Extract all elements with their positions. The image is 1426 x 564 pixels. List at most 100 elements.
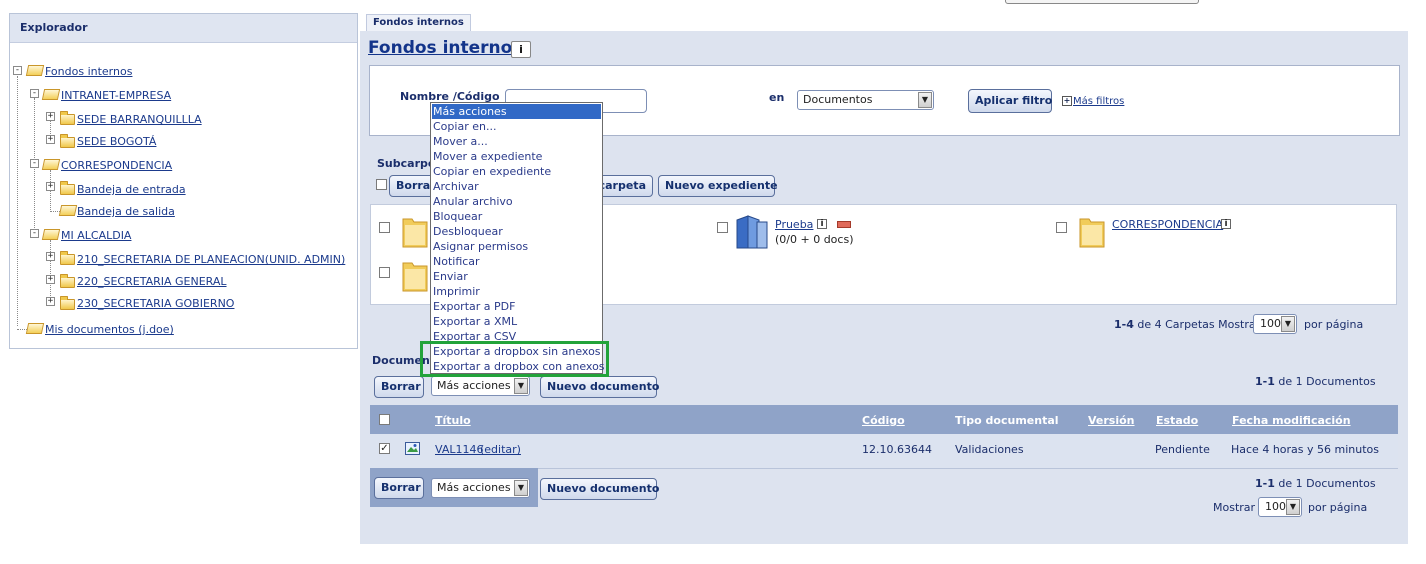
- tree-item-bandeja-entrada[interactable]: Bandeja de entrada: [77, 183, 186, 196]
- info-icon[interactable]: i: [511, 41, 531, 58]
- tree-item-correspondencia[interactable]: CORRESPONDENCIA: [61, 159, 172, 172]
- open-folder-icon: [25, 323, 45, 334]
- folder-icon: [60, 111, 75, 125]
- more-actions-select-top[interactable]: Más acciones ▼: [431, 376, 530, 396]
- documents-pagination-bottom: 1-1 de 1 Documentos: [1255, 477, 1376, 490]
- tree-expand-toggle[interactable]: +: [46, 275, 55, 284]
- docs-show-label: Mostrar: [1213, 501, 1256, 514]
- chevron-down-icon: ▼: [1286, 499, 1300, 515]
- open-folder-icon: [41, 159, 61, 170]
- menu-item-exportar-pdf[interactable]: Exportar a PDF: [432, 299, 601, 314]
- tree-item-230[interactable]: 230_SECRETARIA GOBIERNO: [77, 297, 234, 310]
- menu-item-bloquear[interactable]: Bloquear: [432, 209, 601, 224]
- doc-edit-link[interactable]: (editar): [480, 443, 521, 456]
- subfolders-label: Subcarpe: [377, 157, 436, 170]
- folder-icon: [1079, 218, 1105, 248]
- doc-modified: Hace 4 horas y 56 minutos: [1231, 443, 1380, 456]
- folder-checkbox[interactable]: [717, 222, 728, 233]
- menu-item-copiar-en-expediente[interactable]: Copiar en expediente: [432, 164, 601, 179]
- docs-per-page-label: por página: [1308, 501, 1368, 514]
- explorer-title: Explorador: [20, 21, 88, 34]
- info-icon[interactable]: i: [1221, 219, 1231, 229]
- column-code[interactable]: Código: [862, 414, 905, 427]
- tree-expand-toggle[interactable]: +: [46, 252, 55, 261]
- folders-per-page-select[interactable]: 100 ▼: [1253, 314, 1297, 334]
- menu-item-mover-a-expediente[interactable]: Mover a expediente: [432, 149, 601, 164]
- select-all-docs-checkbox[interactable]: [379, 414, 390, 425]
- tree-item-fondos-internos[interactable]: Fondos internos: [45, 65, 132, 78]
- tree-expand-toggle[interactable]: +: [46, 297, 55, 306]
- doc-title-link[interactable]: VAL1146: [435, 443, 483, 456]
- folder-icon: [60, 251, 75, 265]
- tree-collapse-toggle[interactable]: -: [30, 89, 39, 98]
- menu-item-enviar[interactable]: Enviar: [432, 269, 601, 284]
- open-folder-icon: [41, 89, 61, 100]
- column-version[interactable]: Versión: [1088, 414, 1135, 427]
- tree-item-sede-barranquilla[interactable]: SEDE BARRANQUILLLA: [77, 113, 202, 126]
- more-filters-link[interactable]: Más filtros: [1073, 96, 1124, 107]
- header-search-box[interactable]: [1005, 0, 1199, 4]
- doc-code: 12.10.63644: [862, 443, 932, 456]
- tree-expand-toggle[interactable]: +: [46, 182, 55, 191]
- folder-icon: [402, 262, 428, 292]
- dropbox-highlight-box: [420, 341, 609, 377]
- menu-item-mover-a[interactable]: Mover a...: [432, 134, 601, 149]
- chevron-down-icon: ▼: [514, 480, 528, 496]
- folders-pagination: 1-4 de 4 Carpetas Mostrar: [1114, 318, 1261, 331]
- menu-item-asignar-permisos[interactable]: Asignar permisos: [432, 239, 601, 254]
- expediente-folder-icon: [736, 215, 768, 249]
- tree-line: [17, 76, 18, 326]
- folder-icon: [60, 134, 75, 148]
- menu-item-mas-acciones[interactable]: Más acciones: [432, 104, 601, 119]
- folder-checkbox[interactable]: [1056, 222, 1067, 233]
- tree-item-sede-bogota[interactable]: SEDE BOGOTÁ: [77, 135, 156, 148]
- menu-item-anular-archivo[interactable]: Anular archivo: [432, 194, 601, 209]
- tree-collapse-toggle[interactable]: -: [13, 66, 22, 75]
- column-status[interactable]: Estado: [1156, 414, 1198, 427]
- docs-per-page-select[interactable]: 100 ▼: [1258, 497, 1302, 517]
- tab-fondos-internos[interactable]: Fondos internos: [366, 14, 471, 31]
- menu-item-notificar[interactable]: Notificar: [432, 254, 601, 269]
- select-all-folders-checkbox[interactable]: [376, 179, 387, 190]
- chevron-down-icon: ▼: [514, 378, 528, 394]
- tree-item-mi-alcaldia[interactable]: MI ALCALDIA: [61, 229, 131, 242]
- more-actions-select-bottom[interactable]: Más acciones ▼: [431, 478, 530, 498]
- folder-checkbox[interactable]: [379, 222, 390, 233]
- apply-filter-button[interactable]: Aplicar filtro: [968, 89, 1052, 113]
- menu-item-exportar-xml[interactable]: Exportar a XML: [432, 314, 601, 329]
- delete-docs-button-bottom[interactable]: Borrar: [374, 477, 424, 499]
- folder-icon: [402, 218, 428, 248]
- folder-checkbox[interactable]: [379, 267, 390, 278]
- tree-collapse-toggle[interactable]: -: [30, 229, 39, 238]
- menu-item-archivar[interactable]: Archivar: [432, 179, 601, 194]
- tree-expand-toggle[interactable]: +: [46, 135, 55, 144]
- plus-icon[interactable]: +: [1062, 96, 1072, 106]
- new-document-button-bottom[interactable]: Nuevo documento: [540, 478, 659, 500]
- tree-expand-toggle[interactable]: +: [46, 112, 55, 121]
- column-modified[interactable]: Fecha modificación: [1232, 414, 1351, 427]
- tree-item-intranet-empresa[interactable]: INTRANET-EMPRESA: [61, 89, 171, 102]
- chevron-down-icon: ▼: [918, 92, 932, 108]
- tree-item-210[interactable]: 210_SECRETARIA DE PLANEACION(UNID. ADMIN…: [77, 253, 345, 266]
- folder-prueba-link[interactable]: Prueba: [775, 218, 813, 231]
- minus-icon[interactable]: [837, 221, 851, 228]
- folders-per-page-label: por página: [1304, 318, 1364, 331]
- tree-item-bandeja-salida[interactable]: Bandeja de salida: [77, 205, 175, 218]
- tree-collapse-toggle[interactable]: -: [30, 159, 39, 168]
- new-document-button-top[interactable]: Nuevo documento: [540, 376, 659, 398]
- menu-item-copiar-en[interactable]: Copiar en...: [432, 119, 601, 134]
- column-title[interactable]: Título: [435, 414, 471, 427]
- tree-item-mis-documentos[interactable]: Mis documentos (j.doe): [45, 323, 174, 336]
- menu-item-imprimir[interactable]: Imprimir: [432, 284, 601, 299]
- en-select[interactable]: Documentos ▼: [797, 90, 934, 110]
- delete-folders-button[interactable]: Borrar: [389, 175, 436, 197]
- tree-item-220[interactable]: 220_SECRETARIA GENERAL: [77, 275, 227, 288]
- doc-type: Validaciones: [955, 443, 1024, 456]
- new-expediente-button[interactable]: Nuevo expediente: [658, 175, 778, 197]
- info-icon[interactable]: i: [817, 219, 827, 229]
- folder-correspondencia-link[interactable]: CORRESPONDENCIA: [1112, 218, 1223, 231]
- menu-item-desbloquear[interactable]: Desbloquear: [432, 224, 601, 239]
- tab-label: Fondos internos: [373, 17, 464, 28]
- row-checkbox[interactable]: ✓: [379, 443, 390, 454]
- delete-docs-button-top[interactable]: Borrar: [374, 376, 424, 398]
